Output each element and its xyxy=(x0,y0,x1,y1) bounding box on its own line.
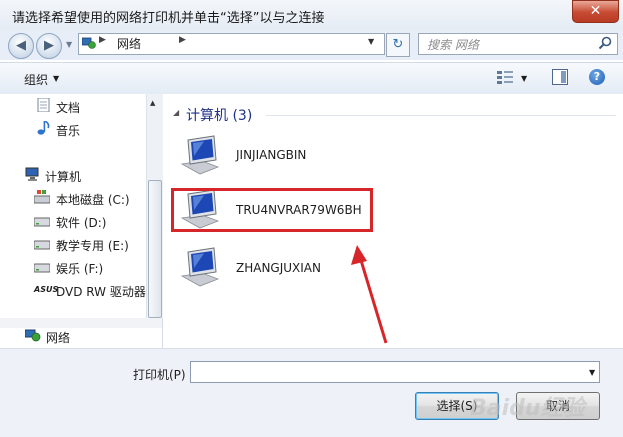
group-divider xyxy=(266,115,616,116)
back-button[interactable]: ◀ xyxy=(8,33,34,59)
sidebar-item-dvd-drive[interactable]: DVD RW 驱动器 xyxy=(56,283,146,300)
view-options-icon[interactable] xyxy=(497,70,513,84)
computer-icon xyxy=(25,167,39,181)
close-button[interactable]: ✕ xyxy=(572,0,619,23)
horizontal-scrollbar[interactable] xyxy=(0,318,162,328)
printer-field[interactable] xyxy=(190,361,600,383)
command-toolbar xyxy=(0,62,623,95)
windows-drive-icon xyxy=(34,190,50,204)
asus-logo: ASUS xyxy=(34,285,59,294)
sidebar-item-computer[interactable]: 计算机 xyxy=(45,168,81,185)
forward-button[interactable]: ▶ xyxy=(36,33,62,59)
search-placeholder: 搜索 网络 xyxy=(427,38,479,52)
group-header[interactable]: 计算机 (3) xyxy=(186,105,252,125)
printer-dropdown-icon[interactable]: ▼ xyxy=(589,368,595,377)
baidu-watermark: Baidu经验 xyxy=(470,396,585,421)
chevron-down-icon[interactable]: ▼ xyxy=(53,74,59,83)
computer-icon xyxy=(180,135,220,175)
computer-item-zhangjuxian[interactable]: ZHANGJUXIAN xyxy=(236,261,321,275)
view-dropdown-icon[interactable]: ▼ xyxy=(521,74,527,83)
computer-item-jinjiangbin[interactable]: JINJIANGBIN xyxy=(236,148,306,162)
document-icon xyxy=(37,98,50,112)
drive-icon xyxy=(34,240,50,250)
sidebar-item-drive-f[interactable]: 娱乐 (F:) xyxy=(56,260,103,277)
network-icon xyxy=(82,37,96,49)
collapse-group-icon[interactable]: ◢ xyxy=(173,108,179,117)
sidebar-item-drive-e[interactable]: 教学专用 (E:) xyxy=(56,237,129,254)
sidebar-item-music[interactable]: 音乐 xyxy=(56,122,80,139)
breadcrumb-network[interactable]: 网络 xyxy=(117,35,141,52)
sidebar-item-drive-c[interactable]: 本地磁盘 (C:) xyxy=(56,191,130,208)
refresh-button[interactable]: ↻ xyxy=(386,33,410,57)
address-dropdown-icon[interactable]: ▼ xyxy=(368,37,374,46)
sidebar-item-network[interactable]: 网络 xyxy=(46,329,70,346)
network-icon xyxy=(25,329,41,342)
sidebar-item-drive-d[interactable]: 软件 (D:) xyxy=(56,214,106,231)
scroll-up-icon[interactable]: ▲ xyxy=(150,99,155,107)
printer-label: 打印机(P) xyxy=(133,368,186,382)
breadcrumb-chevron-icon[interactable]: ▶ xyxy=(179,35,186,45)
window-title: 请选择希望使用的网络打印机并单击“选择”以与之连接 xyxy=(12,11,325,26)
music-icon xyxy=(37,121,50,135)
annotation-arrow xyxy=(351,245,388,344)
breadcrumb-chevron-icon[interactable]: ▶ xyxy=(99,35,106,45)
scrollbar-thumb[interactable] xyxy=(148,180,162,318)
annotation-highlight-box xyxy=(171,188,373,232)
computer-icon xyxy=(180,247,220,287)
search-icon[interactable] xyxy=(598,36,612,50)
organize-menu[interactable]: 组织 xyxy=(24,71,48,88)
help-button[interactable]: ? xyxy=(589,69,605,85)
drive-icon xyxy=(34,217,50,227)
recent-pages-dropdown[interactable]: ▼ xyxy=(66,40,72,49)
preview-pane-icon[interactable] xyxy=(552,69,568,85)
sidebar-item-documents[interactable]: 文档 xyxy=(56,99,80,116)
drive-icon xyxy=(34,263,50,273)
